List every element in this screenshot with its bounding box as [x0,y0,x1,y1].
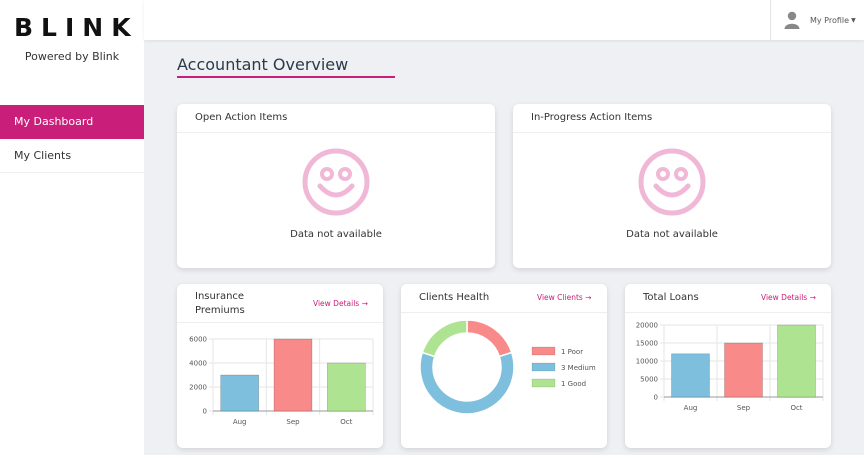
card-title: In-Progress Action Items [531,112,653,123]
view-clients-link[interactable]: View Clients → [537,293,591,302]
y-tick-label: 0 [203,408,207,416]
svg-text:BLINK: BLINK [14,14,132,40]
card-title: Clients Health [419,292,490,303]
donut-slice-1 [419,351,515,415]
sidebar-item-label: My Dashboard [14,115,94,128]
total-loans-bar-chart: 20000 15000 10000 5000 0 Aug Sep Oct [636,322,824,412]
donut-slice-0 [466,319,513,358]
blink-logo[interactable]: BLINK [12,14,132,40]
bar-oct [327,362,366,412]
sidebar-item-dashboard[interactable]: My Dashboard [0,105,144,139]
clients-health-donut-chart: 1 Poor 3 Medium 1 Good [419,319,596,415]
legend-label: 1 Good [561,380,586,388]
y-tick-label: 20000 [636,322,658,330]
y-tick-label: 2000 [189,384,207,392]
legend-label: 3 Medium [561,364,596,372]
x-tick-label: Aug [233,418,247,426]
sidebar: BLINK Powered by Blink My Dashboard My C… [0,0,144,455]
x-tick-label: Oct [340,418,352,426]
smiley-face-icon [638,148,706,216]
view-details-link[interactable]: View Details → [313,299,368,308]
bar-oct [777,324,816,398]
total-loans-card: Total Loans View Details → 20000 15000 100… [625,284,831,448]
in-progress-action-items-card: In-Progress Action Items Data not availa… [513,104,831,268]
sidebar-item-label: My Clients [14,149,72,162]
tagline: Powered by Blink [24,50,120,63]
user-icon [784,11,800,29]
card-header: Total Loans View Details → [625,284,831,313]
x-tick-label: Sep [737,404,751,412]
smiley-face-icon [302,148,370,216]
card-title-line2: Premiums [195,305,245,316]
card-header: In-Progress Action Items [513,104,831,133]
y-tick-label: 5000 [640,376,658,384]
profile-divider [770,0,771,40]
x-tick-label: Oct [790,404,802,412]
chevron-down-icon: ▼ [851,16,856,24]
sidebar-item-clients[interactable]: My Clients [0,139,144,173]
bar-sep [273,338,313,412]
view-details-link[interactable]: View Details → [761,293,816,302]
page-title: Accountant Overview [177,55,349,74]
empty-state-text: Data not available [626,229,718,240]
x-tick-label: Aug [684,404,698,412]
legend-swatch [531,346,556,356]
y-tick-label: 4000 [189,360,207,368]
insurance-premiums-bar-chart: 6000 4000 2000 0 Aug Sep Oct [189,336,374,426]
card-header: Clients Health View Clients → [401,284,607,313]
legend-label: 1 Poor [561,348,583,356]
insurance-premiums-card: Insurance Premiums View Details → 6000 40… [177,284,383,448]
card-header: Insurance Premiums View Details → [177,284,383,323]
x-tick-label: Sep [286,418,300,426]
empty-state-text: Data not available [290,229,382,240]
y-tick-label: 0 [654,394,658,402]
card-title: Total Loans [643,292,699,303]
open-action-items-card: Open Action Items Data not available [177,104,495,268]
bar-aug [671,353,710,398]
bar-sep [724,342,763,398]
y-tick-label: 6000 [189,336,207,344]
y-tick-label: 10000 [636,358,658,366]
card-header: Open Action Items [177,104,495,133]
card-title: Open Action Items [195,112,288,123]
card-title-line1: Insurance [195,291,245,302]
legend-swatch [531,378,556,388]
top-bar: My Profile ▼ [144,0,864,40]
bar-aug [220,374,259,412]
profile-menu[interactable]: My Profile ▼ [784,10,856,30]
profile-label: My Profile [810,15,850,25]
title-underline [177,76,395,78]
clients-health-card: Clients Health View Clients → 1 Poor 3 Me… [401,284,607,448]
donut-slice-2 [421,319,468,358]
legend-swatch [531,362,556,372]
y-tick-label: 15000 [636,340,658,348]
